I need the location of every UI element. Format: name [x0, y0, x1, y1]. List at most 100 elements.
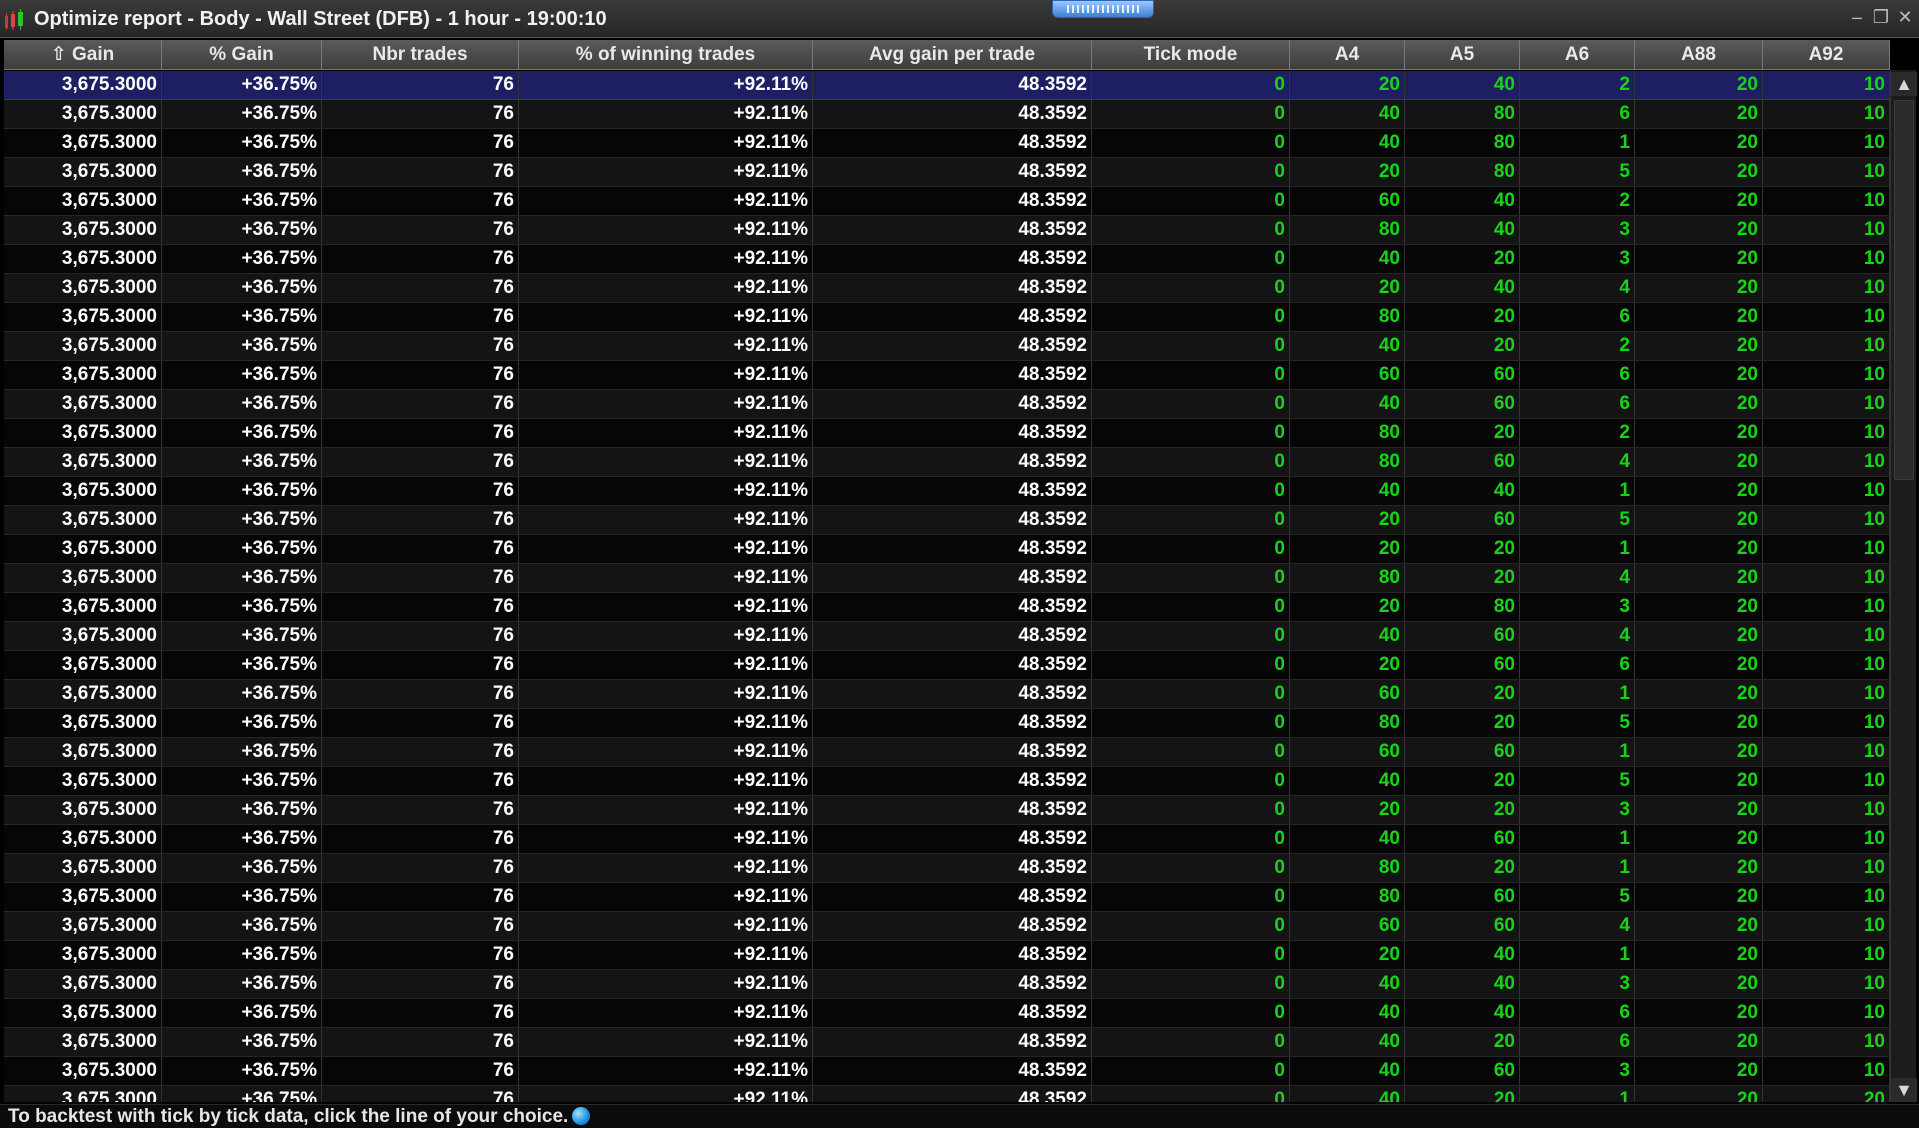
table-row[interactable]: 3,675.3000 +36.75% 76 +92.11% 48.3592 0 20 40 1 2… [4, 941, 1890, 970]
table-cell: 20 [1635, 941, 1763, 969]
table-row[interactable]: 3,675.3000 +36.75% 76 +92.11% 48.3592 0 40 40 1 2… [4, 477, 1890, 506]
info-icon[interactable] [572, 1107, 591, 1125]
table-cell: 10 [1763, 100, 1890, 128]
table-row[interactable]: 3,675.3000 +36.75% 76 +92.11% 48.3592 0 80 60 5 2… [4, 883, 1890, 912]
table-row[interactable]: 3,675.3000 +36.75% 76 +92.11% 48.3592 0 40 20 2 2… [4, 332, 1890, 361]
scroll-down-button[interactable]: ▼ [1891, 1078, 1917, 1102]
column-header[interactable]: % of winning trades [519, 40, 813, 70]
table-cell: 76 [322, 1057, 519, 1085]
table-cell: +36.75% [162, 390, 322, 418]
table-row[interactable]: 3,675.3000 +36.75% 76 +92.11% 48.3592 0 20 80 5 2… [4, 158, 1890, 187]
table-cell: +92.11% [519, 1086, 813, 1102]
table-row[interactable]: 3,675.3000 +36.75% 76 +92.11% 48.3592 0 40 60 4 2… [4, 622, 1890, 651]
column-header[interactable]: A88 [1635, 40, 1763, 70]
table-row[interactable]: 3,675.3000 +36.75% 76 +92.11% 48.3592 0 40 60 6 2… [4, 390, 1890, 419]
table-row[interactable]: 3,675.3000 +36.75% 76 +92.11% 48.3592 0 80 60 4 2… [4, 448, 1890, 477]
scroll-up-button[interactable]: ▲ [1891, 72, 1917, 96]
column-header[interactable]: A6 [1520, 40, 1635, 70]
table-cell: 48.3592 [813, 854, 1092, 882]
table-cell: 40 [1405, 274, 1520, 302]
column-header[interactable]: Nbr trades [322, 40, 519, 70]
table-cell: 4 [1520, 564, 1635, 592]
column-header[interactable]: Avg gain per trade [813, 40, 1092, 70]
table-row[interactable]: 3,675.3000 +36.75% 76 +92.11% 48.3592 0 60 60 6 2… [4, 361, 1890, 390]
table-cell: 20 [1405, 303, 1520, 331]
table-cell: 20 [1635, 912, 1763, 940]
table-row[interactable]: 3,675.3000 +36.75% 76 +92.11% 48.3592 0 80 20 1 2… [4, 854, 1890, 883]
table-row[interactable]: 3,675.3000 +36.75% 76 +92.11% 48.3592 0 40 60 1 2… [4, 825, 1890, 854]
table-row[interactable]: 3,675.3000 +36.75% 76 +92.11% 48.3592 0 20 60 5 2… [4, 506, 1890, 535]
table-cell: +92.11% [519, 274, 813, 302]
table-row[interactable]: 3,675.3000 +36.75% 76 +92.11% 48.3592 0 40 20 6 2… [4, 1028, 1890, 1057]
table-cell: 40 [1290, 970, 1405, 998]
table-cell: +92.11% [519, 448, 813, 476]
table-row[interactable]: 3,675.3000 +36.75% 76 +92.11% 48.3592 0 40 40 3 2… [4, 970, 1890, 999]
table-row[interactable]: 3,675.3000 +36.75% 76 +92.11% 48.3592 0 20 20 1 2… [4, 535, 1890, 564]
column-header[interactable]: ⇧ Gain [4, 40, 162, 70]
table-cell: 0 [1092, 361, 1290, 389]
table-cell: 76 [322, 738, 519, 766]
table-row[interactable]: 3,675.3000 +36.75% 76 +92.11% 48.3592 0 20 60 6 2… [4, 651, 1890, 680]
column-header[interactable]: Tick mode [1092, 40, 1290, 70]
table-row[interactable]: 3,675.3000 +36.75% 76 +92.11% 48.3592 0 40 80 6 2… [4, 100, 1890, 129]
column-header[interactable]: % Gain [162, 40, 322, 70]
table-row[interactable]: 3,675.3000 +36.75% 76 +92.11% 48.3592 0 80 20 5 2… [4, 709, 1890, 738]
table-row[interactable]: 3,675.3000 +36.75% 76 +92.11% 48.3592 0 40 20 1 2… [4, 1086, 1890, 1102]
window-controls: ‒ ❐ ✕ [1847, 6, 1915, 30]
table-row[interactable]: 3,675.3000 +36.75% 76 +92.11% 48.3592 0 60 20 1 2… [4, 680, 1890, 709]
table-cell: 76 [322, 535, 519, 563]
table-cell: +36.75% [162, 709, 322, 737]
table-cell: 48.3592 [813, 825, 1092, 853]
table-row[interactable]: 3,675.3000 +36.75% 76 +92.11% 48.3592 0 40 20 3 2… [4, 245, 1890, 274]
minimize-button[interactable]: ‒ [1847, 6, 1867, 28]
table-cell: 6 [1520, 390, 1635, 418]
table-cell: 20 [1635, 564, 1763, 592]
table-row[interactable]: 3,675.3000 +36.75% 76 +92.11% 48.3592 0 20 40 2 2… [4, 71, 1890, 100]
table-cell: +36.75% [162, 477, 322, 505]
table-cell: 40 [1290, 477, 1405, 505]
table-cell: +36.75% [162, 129, 322, 157]
column-header[interactable]: A5 [1405, 40, 1520, 70]
table-cell: +92.11% [519, 100, 813, 128]
table-cell: 20 [1635, 883, 1763, 911]
close-button[interactable]: ✕ [1895, 6, 1915, 28]
table-row[interactable]: 3,675.3000 +36.75% 76 +92.11% 48.3592 0 40 20 5 2… [4, 767, 1890, 796]
table-row[interactable]: 3,675.3000 +36.75% 76 +92.11% 48.3592 0 80 20 6 2… [4, 303, 1890, 332]
table-cell: +36.75% [162, 419, 322, 447]
table-row[interactable]: 3,675.3000 +36.75% 76 +92.11% 48.3592 0 20 20 3 2… [4, 796, 1890, 825]
table-row[interactable]: 3,675.3000 +36.75% 76 +92.11% 48.3592 0 40 80 1 2… [4, 129, 1890, 158]
table-row[interactable]: 3,675.3000 +36.75% 76 +92.11% 48.3592 0 60 40 2 2… [4, 187, 1890, 216]
title-bar[interactable]: Optimize report - Body - Wall Street (DF… [0, 0, 1919, 38]
table-cell: 20 [1290, 158, 1405, 186]
table-cell: 60 [1405, 390, 1520, 418]
table-row[interactable]: 3,675.3000 +36.75% 76 +92.11% 48.3592 0 60 60 1 2… [4, 738, 1890, 767]
table-cell: 0 [1092, 680, 1290, 708]
window-drag-handle[interactable] [1052, 0, 1154, 18]
table-cell: 3 [1520, 216, 1635, 244]
table-row[interactable]: 3,675.3000 +36.75% 76 +92.11% 48.3592 0 40 40 6 2… [4, 999, 1890, 1028]
table-cell: 10 [1763, 622, 1890, 650]
table-cell: 76 [322, 622, 519, 650]
table-cell: 3 [1520, 796, 1635, 824]
table-cell: +92.11% [519, 709, 813, 737]
restore-button[interactable]: ❐ [1871, 6, 1891, 28]
scroll-thumb[interactable] [1894, 100, 1914, 480]
table-row[interactable]: 3,675.3000 +36.75% 76 +92.11% 48.3592 0 20 40 4 2… [4, 274, 1890, 303]
table-row[interactable]: 3,675.3000 +36.75% 76 +92.11% 48.3592 0 40 60 3 2… [4, 1057, 1890, 1086]
table-cell: +36.75% [162, 1057, 322, 1085]
table-cell: 76 [322, 390, 519, 418]
vertical-scrollbar[interactable]: ▲ ▼ [1890, 70, 1917, 1102]
table-cell: 20 [1635, 970, 1763, 998]
table-row[interactable]: 3,675.3000 +36.75% 76 +92.11% 48.3592 0 20 80 3 2… [4, 593, 1890, 622]
table-cell: 48.3592 [813, 535, 1092, 563]
table-row[interactable]: 3,675.3000 +36.75% 76 +92.11% 48.3592 0 60 60 4 2… [4, 912, 1890, 941]
column-header[interactable]: A92 [1763, 40, 1890, 70]
table-row[interactable]: 3,675.3000 +36.75% 76 +92.11% 48.3592 0 80 20 2 2… [4, 419, 1890, 448]
table-cell: 3,675.3000 [4, 535, 162, 563]
table-row[interactable]: 3,675.3000 +36.75% 76 +92.11% 48.3592 0 80 20 4 2… [4, 564, 1890, 593]
column-header[interactable]: A4 [1290, 40, 1405, 70]
table-cell: 80 [1405, 100, 1520, 128]
table-row[interactable]: 3,675.3000 +36.75% 76 +92.11% 48.3592 0 80 40 3 2… [4, 216, 1890, 245]
table-cell: 60 [1405, 651, 1520, 679]
table-cell: 3,675.3000 [4, 245, 162, 273]
